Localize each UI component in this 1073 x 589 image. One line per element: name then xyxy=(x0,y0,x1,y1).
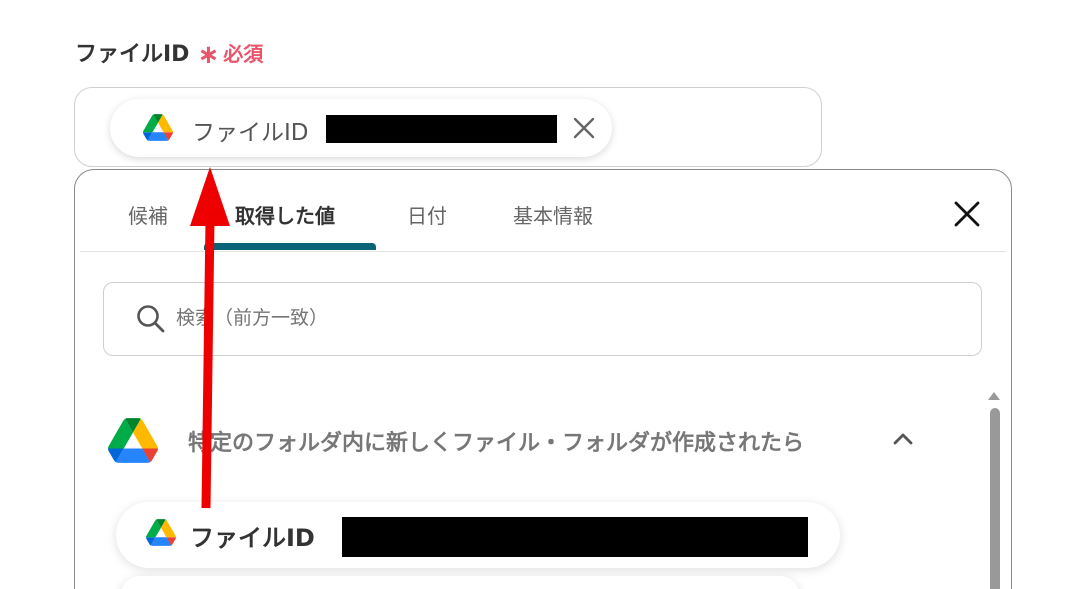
list-item[interactable]: ファイルID xyxy=(116,502,840,568)
scrollbar-thumb[interactable] xyxy=(990,408,1000,589)
field-label: ファイルID ∗ 必須 xyxy=(75,36,264,70)
item-label: ファイルID xyxy=(190,524,315,552)
google-drive-icon xyxy=(143,114,173,141)
search-icon xyxy=(137,305,165,333)
chevron-up-icon[interactable] xyxy=(892,432,914,446)
tab-retrieved-values[interactable]: 取得した値 xyxy=(235,200,335,229)
tab-date[interactable]: 日付 xyxy=(407,200,447,229)
tab-candidates[interactable]: 候補 xyxy=(128,200,168,229)
scroll-up-arrow[interactable] xyxy=(988,392,1000,400)
trigger-section-header[interactable]: 特定のフォルダ内に新しくファイル・フォルダが作成されたら xyxy=(108,418,928,464)
section-title: 特定のフォルダ内に新しくファイル・フォルダが作成されたら xyxy=(188,431,805,456)
tab-basic-info[interactable]: 基本情報 xyxy=(513,200,593,229)
redacted-value xyxy=(326,115,557,143)
required-badge: 必須 xyxy=(223,41,264,66)
close-icon[interactable] xyxy=(953,200,981,228)
active-tab-indicator xyxy=(204,243,376,250)
chip-label: ファイルID xyxy=(192,120,309,146)
field-label-text: ファイルID xyxy=(75,42,190,67)
google-drive-icon xyxy=(108,418,158,463)
search-input[interactable] xyxy=(176,307,876,329)
list-item[interactable] xyxy=(120,576,800,589)
redacted-value xyxy=(342,517,808,557)
selected-value-chip[interactable]: ファイルID xyxy=(110,99,612,157)
required-asterisk: ∗ xyxy=(197,40,220,70)
page-root: ファイルID ∗ 必須 ファイルID 候補 取得した値 日付 基本情報 検索（前… xyxy=(0,0,1073,589)
search-box[interactable] xyxy=(103,282,982,356)
remove-chip-icon[interactable] xyxy=(570,114,598,142)
google-drive-icon xyxy=(146,519,176,546)
